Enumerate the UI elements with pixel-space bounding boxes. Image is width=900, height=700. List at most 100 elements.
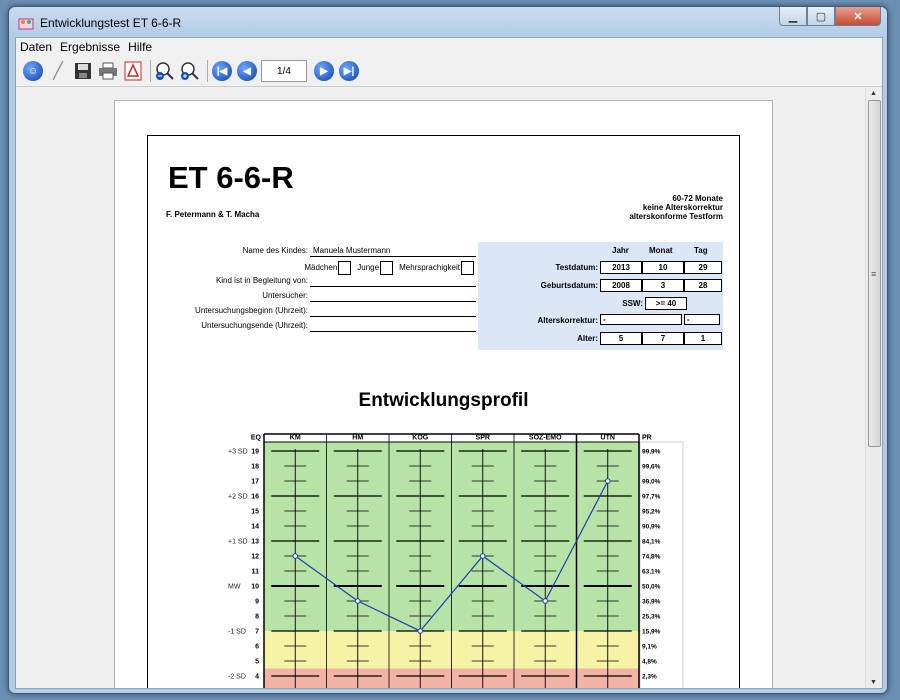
pr-tick-label: 36,9% bbox=[642, 599, 661, 606]
report-header-info: 60-72 Monate keine Alterskorrektur alter… bbox=[629, 194, 723, 221]
alterskorrektur-label: Alterskorrektur: bbox=[537, 316, 598, 325]
maedchen-checkbox[interactable] bbox=[338, 261, 352, 275]
document-page: ET 6-6-R F. Petermann & T. Macha 60-72 M… bbox=[114, 100, 773, 688]
alterskorrektur-tage: - bbox=[684, 314, 720, 325]
pr-header: PR bbox=[642, 435, 652, 442]
app-icon bbox=[18, 18, 34, 30]
development-profile-chart: KM HM KOG SPR SOZ-EMO UTN EQ PR 19 99,9% 18 99,6% 17… bbox=[228, 433, 684, 688]
last-page-button[interactable]: ▶| bbox=[338, 60, 360, 82]
header-testform: alterskonforme Testform bbox=[629, 212, 723, 221]
eq-header: EQ bbox=[251, 435, 262, 442]
category-label-km: KM bbox=[290, 435, 301, 442]
eq-tick-label: 13 bbox=[251, 539, 259, 546]
eq-tick-label: 12 bbox=[251, 554, 259, 561]
previous-page-icon: ◀ bbox=[237, 61, 257, 81]
document-viewer[interactable]: ET 6-6-R F. Petermann & T. Macha 60-72 M… bbox=[16, 88, 864, 688]
zoom-out-icon bbox=[156, 62, 174, 80]
col-tag: Tag bbox=[694, 246, 708, 255]
begleitung-label: Kind ist in Begleitung von: bbox=[215, 276, 308, 285]
geburtsdatum-row: Geburtsdatum: 2008 3 28 bbox=[478, 279, 723, 292]
pr-tick-label: 15,9% bbox=[642, 629, 661, 636]
testdatum-label: Testdatum: bbox=[555, 263, 598, 272]
geburtsdatum-jahr: 2008 bbox=[600, 279, 642, 292]
minimize-button[interactable]: ▁ bbox=[779, 7, 807, 26]
date-panel: Jahr Monat Tag Testdatum: 2013 10 29 Geb… bbox=[478, 242, 723, 350]
pr-tick-label: 95,2% bbox=[642, 509, 661, 516]
edit-button[interactable]: ╱ bbox=[47, 60, 69, 82]
alter-tage: 1 bbox=[684, 332, 722, 345]
accessibility-button[interactable]: ☺ bbox=[22, 60, 44, 82]
pr-tick-label: 84,1% bbox=[642, 539, 661, 546]
pr-tick-label: 90,9% bbox=[642, 524, 661, 531]
print-button[interactable] bbox=[97, 60, 119, 82]
sd-label: -2 SD bbox=[228, 674, 246, 681]
alterskorrektur-monate: - bbox=[600, 314, 682, 325]
scroll-grip-icon: ≡ bbox=[871, 269, 877, 279]
pr-tick-label: 4,8% bbox=[642, 659, 657, 666]
eq-tick-label: 14 bbox=[251, 524, 259, 531]
pr-tick-label: 99,6% bbox=[642, 464, 661, 471]
junge-label: Junge bbox=[357, 263, 380, 273]
eq-tick-label: 19 bbox=[251, 449, 259, 456]
begleitung-line bbox=[310, 286, 476, 287]
last-page-icon: ▶| bbox=[339, 61, 359, 81]
pr-tick-label: 9,1% bbox=[642, 644, 657, 651]
menu-daten[interactable]: Daten bbox=[20, 40, 52, 54]
title-bar: Entwicklungstest ET 6-6-R ▁ ▢ ✕ bbox=[9, 7, 887, 37]
mehrsprachig-checkbox[interactable] bbox=[461, 261, 474, 275]
save-button[interactable] bbox=[72, 60, 94, 82]
alter-row: Alter: 5 7 1 bbox=[478, 332, 723, 345]
data-point-km bbox=[292, 553, 299, 559]
zoom-in-button[interactable] bbox=[179, 60, 201, 82]
data-point-kog bbox=[417, 628, 424, 634]
profile-title: Entwicklungsprofil bbox=[358, 390, 529, 411]
zoom-out-button[interactable] bbox=[154, 60, 176, 82]
testdatum-monat: 10 bbox=[642, 261, 684, 274]
eq-tick-label: 18 bbox=[251, 464, 259, 471]
data-point-spr bbox=[479, 553, 486, 559]
alter-jahre: 5 bbox=[600, 332, 642, 345]
close-button[interactable]: ✕ bbox=[835, 7, 881, 26]
category-label-soz-emo: SOZ-EMO bbox=[529, 435, 562, 442]
data-point-soz-emo bbox=[542, 598, 549, 604]
mehrsprachig-label: Mehrsprachigkeit bbox=[399, 263, 460, 273]
printer-icon bbox=[99, 62, 117, 80]
menu-ergebnisse[interactable]: Ergebnisse bbox=[60, 40, 120, 54]
maximize-button[interactable]: ▢ bbox=[807, 7, 835, 26]
next-page-icon: ▶ bbox=[314, 61, 334, 81]
beginn-line bbox=[310, 316, 476, 317]
scroll-down-arrow[interactable]: ▼ bbox=[870, 679, 877, 686]
eq-tick-label: 6 bbox=[255, 644, 259, 651]
pr-tick-label: 63,1% bbox=[642, 569, 661, 576]
category-label-hm: HM bbox=[352, 435, 363, 442]
first-page-icon: |◀ bbox=[212, 61, 232, 81]
first-page-button[interactable]: |◀ bbox=[211, 60, 233, 82]
beginn-label: Untersuchungsbeginn (Uhrzeit): bbox=[195, 306, 308, 315]
report-authors: F. Petermann & T. Macha bbox=[166, 210, 260, 219]
junge-checkbox[interactable] bbox=[380, 261, 394, 275]
alter-monate: 7 bbox=[642, 332, 684, 345]
page-indicator[interactable]: 1/4 bbox=[261, 60, 307, 82]
pr-tick-label: 99,0% bbox=[642, 479, 661, 486]
ssw-row: SSW: >= 40 bbox=[478, 297, 723, 310]
ssw-value: >= 40 bbox=[645, 297, 687, 310]
ende-label: Untersuchungsende (Uhrzeit): bbox=[201, 321, 308, 330]
next-page-button[interactable]: ▶ bbox=[313, 60, 335, 82]
report-title: ET 6-6-R bbox=[168, 160, 294, 195]
pr-tick-label: 97,7% bbox=[642, 494, 661, 501]
pdf-export-button[interactable] bbox=[122, 60, 144, 82]
vertical-scrollbar[interactable]: ▲ ≡ ▼ bbox=[865, 88, 882, 688]
eq-tick-label: 8 bbox=[255, 614, 259, 621]
previous-page-button[interactable]: ◀ bbox=[236, 60, 258, 82]
data-point-hm bbox=[354, 598, 361, 604]
zoom-in-icon bbox=[181, 62, 199, 80]
name-value: Manuela Mustermann bbox=[313, 246, 391, 255]
category-label-kog: KOG bbox=[412, 435, 429, 442]
scroll-up-arrow[interactable]: ▲ bbox=[870, 90, 877, 97]
pr-tick-label: 2,3% bbox=[642, 674, 657, 681]
menu-hilfe[interactable]: Hilfe bbox=[128, 40, 152, 54]
eq-tick-label: 5 bbox=[255, 659, 259, 666]
toolbar: ☺ ╱ |◀ ◀ 1/4 ▶ ▶| bbox=[16, 56, 882, 87]
col-jahr: Jahr bbox=[612, 246, 629, 255]
pr-tick-label: 50,0% bbox=[642, 584, 661, 591]
